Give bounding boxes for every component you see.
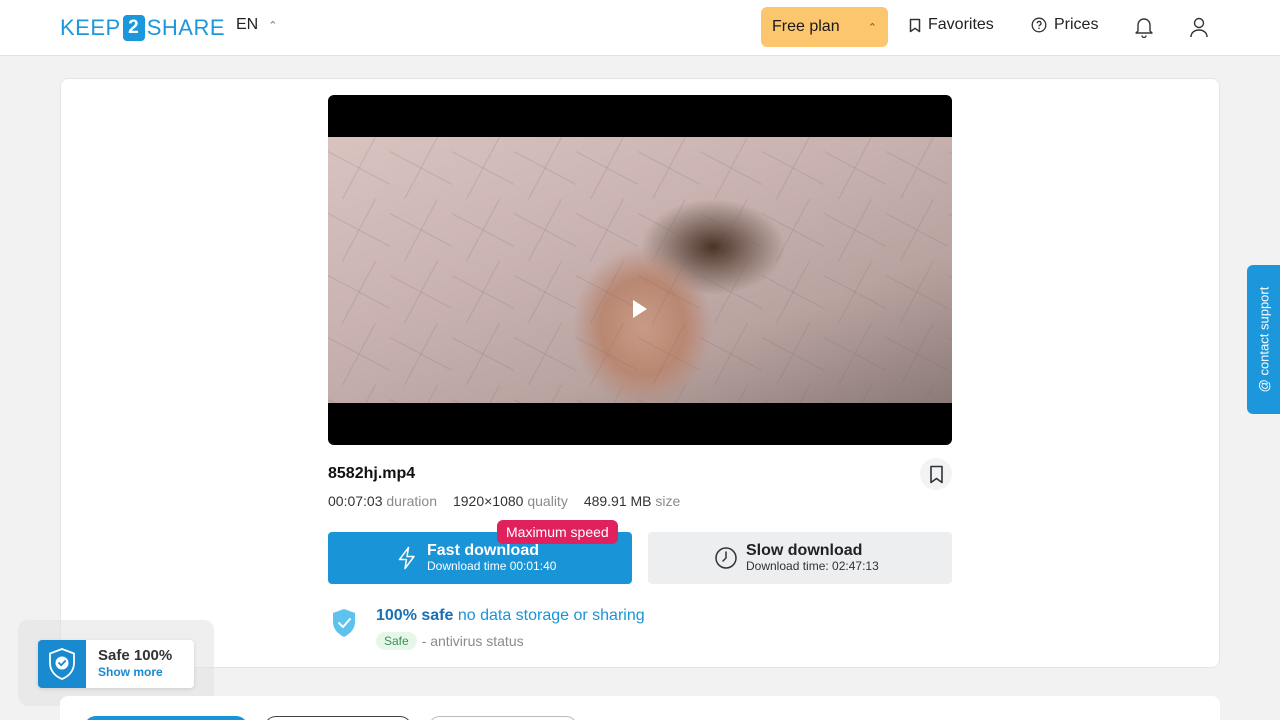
fast-download-text: Fast download Download time 00:01:40 [427,542,556,574]
size-value: 489.91 MB [583,493,652,509]
safe-widget[interactable]: Safe 100% Show more [38,640,194,688]
add-favorite-button[interactable] [920,458,952,490]
question-circle-icon [1031,17,1047,33]
video-preview [328,137,952,403]
favorites-label: Favorites [928,16,994,33]
quality-value: 1920×1080 [452,493,524,509]
slow-download-time: Download time: 02:47:13 [746,559,879,574]
duration-value: 00:07:03 [328,493,383,509]
language-label: EN [236,16,259,33]
size-label: size [655,493,681,509]
size-info: 489.91 MB size [584,493,681,509]
safety-statement: 100% safe no data storage or sharing [376,607,645,625]
show-more-link[interactable]: Show more [98,665,172,679]
prices-link[interactable]: Prices [1031,16,1098,34]
play-icon[interactable] [633,300,647,318]
safe-badge: Safe [376,632,417,650]
contact-support-label: @ contact support [1256,286,1272,393]
lightning-icon [398,546,415,570]
file-meta: 00:07:03 duration 1920×1080 quality 489.… [328,493,680,509]
bookmark-icon [929,465,943,483]
top-header: KEEP 2 SHARE EN ⌃ Free plan ⌃ Favorites … [0,0,1280,56]
quality-info: 1920×1080 quality [453,493,568,509]
plan-label: Free plan [772,18,840,35]
plan-button[interactable]: Free plan ⌃ [761,7,888,47]
fast-download-time: Download time 00:01:40 [427,559,557,574]
chevron-up-icon: ⌃ [268,19,278,32]
prices-label: Prices [1054,16,1099,33]
shield-check-icon [49,648,75,680]
quality-label: quality [527,493,568,509]
file-name: 8582hj.mp4 [328,465,416,482]
video-player[interactable] [328,95,952,445]
duration-info: 00:07:03 duration [328,493,437,509]
clock-icon [715,547,737,569]
safe-widget-shield [38,640,86,688]
slow-download-button[interactable]: Slow download Download time: 02:47:13 [648,532,952,584]
shield-check-icon [333,609,355,637]
bookmark-icon [909,18,921,32]
chevron-up-icon: ⌃ [867,21,877,34]
tab-pill[interactable] [428,716,578,720]
logo-number: 2 [122,15,145,41]
user-icon [1190,17,1208,38]
contact-support-tab[interactable]: @ contact support [1247,265,1280,414]
site-logo[interactable]: KEEP 2 SHARE [60,14,225,42]
slow-download-text: Slow download Download time: 02:47:13 [746,542,879,574]
duration-label: duration [386,493,437,509]
logo-text-left: KEEP [60,15,121,40]
antivirus-status: Safe - antivirus status [376,632,524,650]
notifications-button[interactable] [1131,14,1157,40]
max-speed-badge: Maximum speed [497,520,618,544]
fast-download-title: Fast download [427,541,539,559]
tab-pill[interactable] [264,716,412,720]
tab-pill-active[interactable] [84,716,248,720]
safety-bold: 100% safe [376,607,454,624]
safe-widget-text: Safe 100% Show more [86,640,172,688]
bell-icon [1135,18,1153,38]
logo-text-right: SHARE [146,15,225,40]
safe-widget-title: Safe 100% [98,647,173,664]
video-texture [328,137,952,403]
language-selector[interactable]: EN ⌃ [236,16,277,34]
slow-download-title: Slow download [746,541,863,559]
safety-rest: no data storage or sharing [453,607,645,624]
favorites-link[interactable]: Favorites [909,16,994,34]
antivirus-status-text: - antivirus status [421,633,524,649]
account-button[interactable] [1186,14,1212,40]
